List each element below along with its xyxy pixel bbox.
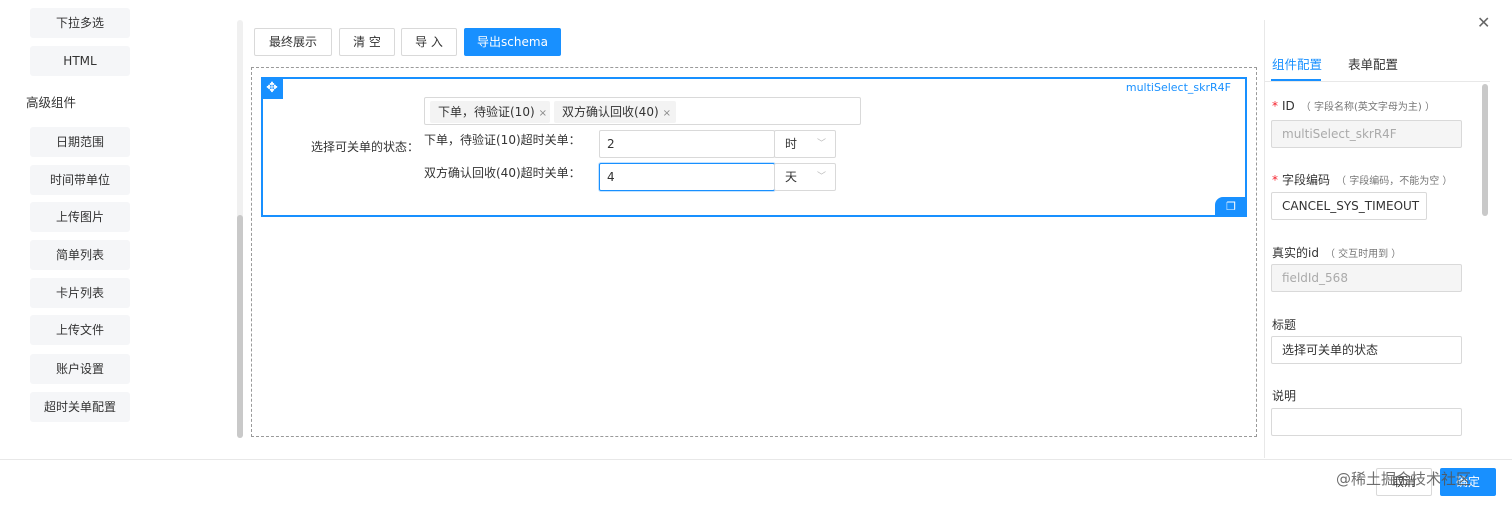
unit-value: 时 xyxy=(785,137,798,151)
component-time-with-unit[interactable]: 时间带单位 xyxy=(30,165,130,195)
status-multiselect[interactable]: 下单，待验证(10) × 双方确认回收(40) × xyxy=(424,97,861,125)
timeout-value-input[interactable]: 2 xyxy=(599,130,775,158)
component-account-settings[interactable]: 账户设置 xyxy=(30,354,130,384)
clear-button[interactable]: 清 空 xyxy=(339,28,395,56)
component-timeout-close[interactable]: 超时关单配置 xyxy=(30,392,130,422)
selected-tag: 下单，待验证(10) × xyxy=(430,101,550,123)
field-label: 选择可关单的状态： xyxy=(311,140,420,154)
import-button[interactable]: 导 入 xyxy=(401,28,457,56)
panel-divider xyxy=(1264,20,1265,458)
chevron-down-icon: ﹀ xyxy=(816,139,826,149)
tabs-baseline xyxy=(1265,81,1490,82)
sidebar-scrollbar[interactable] xyxy=(237,20,243,438)
watermark: @稀土掘金技术社区 xyxy=(1336,470,1472,488)
tag-remove-icon[interactable]: × xyxy=(663,108,671,119)
component-upload-file[interactable]: 上传文件 xyxy=(30,315,130,345)
timeout-unit-select[interactable]: 天 ﹀ xyxy=(774,163,836,191)
tag-remove-icon[interactable]: × xyxy=(539,108,547,119)
panel-scrollbar[interactable] xyxy=(1482,84,1488,216)
field-code-input[interactable]: CANCEL_SYS_TIMEOUT xyxy=(1271,192,1427,220)
form-canvas[interactable]: ✥ multiSelect_skrR4F 选择可关单的状态： 下单，待验证(10… xyxy=(251,67,1257,437)
export-schema-button[interactable]: 导出schema xyxy=(464,28,561,56)
component-simple-list[interactable]: 简单列表 xyxy=(30,240,130,270)
title-label: 标题 xyxy=(1272,318,1297,332)
advanced-group-title: 高级组件 xyxy=(26,95,77,110)
preview-button[interactable]: 最终展示 xyxy=(254,28,332,56)
unit-value: 天 xyxy=(785,170,798,184)
timeout-row-label: 双方确认回收(40)超时关单： xyxy=(424,166,581,180)
required-mark: * xyxy=(1272,99,1278,113)
tab-form-config[interactable]: 表单配置 xyxy=(1348,54,1398,73)
selected-tag: 双方确认回收(40) × xyxy=(554,101,676,123)
real-id-label: 真实的id （ 交互时用到 ） xyxy=(1272,246,1402,260)
footer-divider xyxy=(0,459,1512,460)
form-builder-dialog: 下拉多选 HTML 高级组件 日期范围 时间带单位 上传图片 简单列表 卡片列表… xyxy=(0,0,1512,505)
plus-move-icon[interactable]: ✥ xyxy=(261,77,283,99)
real-id-hint: （ 交互时用到 ） xyxy=(1324,249,1402,260)
id-label: * ID （ 字段名称(英文字母为主) ） xyxy=(1272,99,1435,113)
component-html[interactable]: HTML xyxy=(30,46,130,76)
timeout-value-input[interactable]: 4 xyxy=(599,163,775,191)
field-id-tag: multiSelect_skrR4F xyxy=(1125,81,1231,94)
description-input[interactable] xyxy=(1271,408,1462,436)
sidebar-scroll-thumb[interactable] xyxy=(237,215,243,438)
component-upload-image[interactable]: 上传图片 xyxy=(30,202,130,232)
title-input[interactable]: 选择可关单的状态 xyxy=(1271,336,1462,364)
selected-field[interactable]: ✥ multiSelect_skrR4F 选择可关单的状态： 下单，待验证(10… xyxy=(261,77,1247,217)
field-code-label: * 字段编码（ 字段编码，不能为空 ） xyxy=(1272,173,1453,187)
id-hint: （ 字段名称(英文字母为主) ） xyxy=(1300,102,1435,113)
chevron-down-icon: ﹀ xyxy=(816,172,826,182)
tag-label: 双方确认回收(40) xyxy=(562,105,659,119)
tag-label: 下单，待验证(10) xyxy=(438,105,535,119)
component-card-list[interactable]: 卡片列表 xyxy=(30,278,130,308)
field-code-hint: （ 字段编码，不能为空 ） xyxy=(1336,176,1453,187)
close-icon[interactable]: ✕ xyxy=(1477,13,1490,32)
tab-component-config[interactable]: 组件配置 xyxy=(1272,54,1322,73)
required-mark: * xyxy=(1272,173,1278,187)
timeout-unit-select[interactable]: 时 ﹀ xyxy=(774,130,836,158)
description-label: 说明 xyxy=(1272,389,1297,403)
component-date-range[interactable]: 日期范围 xyxy=(30,127,130,157)
real-id-input: fieldId_568 xyxy=(1271,264,1462,292)
tab-ink-bar xyxy=(1271,79,1321,81)
component-sidebar: 下拉多选 HTML 高级组件 日期范围 时间带单位 上传图片 简单列表 卡片列表… xyxy=(0,0,236,458)
timeout-row-label: 下单，待验证(10)超时关单： xyxy=(424,133,581,147)
component-multiselect[interactable]: 下拉多选 xyxy=(30,8,130,38)
copy-icon[interactable]: ❐ xyxy=(1215,197,1247,217)
id-input: multiSelect_skrR4F xyxy=(1271,120,1462,148)
